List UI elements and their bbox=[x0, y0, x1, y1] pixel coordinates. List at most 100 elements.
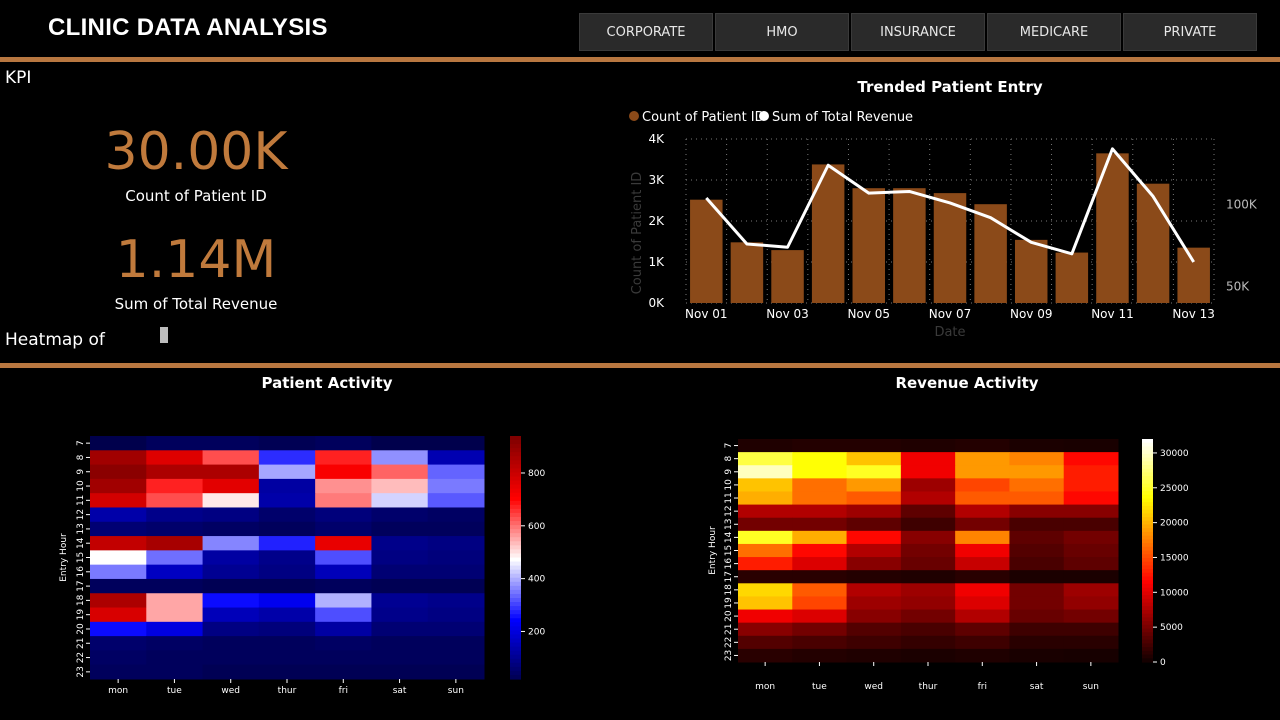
heatmap-cell bbox=[315, 478, 372, 494]
colorbar-segment bbox=[510, 440, 521, 445]
heatmap-cell bbox=[427, 593, 485, 609]
heatmap-cell bbox=[738, 530, 793, 545]
heatmap-cell bbox=[1009, 439, 1065, 453]
heatmap-cell bbox=[792, 504, 848, 519]
colorbar-segment bbox=[510, 529, 521, 534]
colorbar-segment bbox=[1142, 654, 1153, 659]
heatmap-cell bbox=[1009, 622, 1065, 637]
y-tick-label: 13 bbox=[76, 523, 86, 534]
colorbar-segment bbox=[510, 541, 521, 546]
patient-count-label: Count of Patient ID bbox=[125, 187, 267, 205]
heatmap-cell bbox=[792, 570, 848, 584]
heatmap-cell bbox=[955, 596, 1010, 611]
colorbar-segment bbox=[510, 468, 521, 474]
heatmap-cell bbox=[955, 583, 1010, 597]
heatmap-cell bbox=[315, 464, 372, 480]
x-tick-label: Nov 09 bbox=[1010, 307, 1053, 321]
colorbar-segment bbox=[510, 658, 521, 664]
heatmap-cell bbox=[1063, 530, 1119, 545]
colorbar-segment bbox=[1142, 557, 1153, 563]
colorbar-tick-label: 15000 bbox=[1160, 553, 1189, 563]
colorbar-segment bbox=[1142, 439, 1153, 444]
heatmap-cell bbox=[900, 622, 956, 637]
heatmap-cell bbox=[258, 507, 316, 523]
y-axis-title: Count of Patient ID bbox=[630, 172, 645, 295]
heatmap-cell bbox=[1063, 648, 1119, 663]
heatmap-cell bbox=[258, 650, 316, 666]
heatmap-cell bbox=[258, 664, 316, 680]
colorbar-segment bbox=[510, 598, 521, 603]
colorbar-segment bbox=[510, 618, 521, 623]
heatmap-cell bbox=[955, 530, 1010, 545]
heatmap-cell bbox=[955, 517, 1010, 532]
colorbar-segment bbox=[1142, 595, 1153, 600]
heatmap-cell bbox=[258, 621, 316, 637]
colorbar-segment bbox=[1142, 650, 1153, 656]
heatmap-cell bbox=[427, 521, 485, 537]
heatmap-cell bbox=[1063, 596, 1119, 611]
colorbar-segment bbox=[1142, 528, 1153, 533]
x-tick-label: Nov 01 bbox=[685, 307, 728, 321]
y2-tick-label: 50K bbox=[1226, 280, 1250, 294]
y-tick-label: 7 bbox=[724, 443, 734, 449]
colorbar-segment bbox=[510, 521, 521, 526]
colorbar-segment bbox=[510, 517, 521, 522]
colorbar-tick-label: 0 bbox=[1160, 658, 1166, 668]
heatmap-cell bbox=[846, 557, 902, 571]
colorbar-segment bbox=[1142, 502, 1153, 507]
heatmap-cell bbox=[315, 507, 372, 523]
heatmap-cell bbox=[315, 436, 372, 451]
nav-button-insurance[interactable]: INSURANCE bbox=[851, 13, 985, 51]
nav-button-hmo[interactable]: HMO bbox=[715, 13, 849, 51]
heatmap-cell bbox=[900, 517, 956, 532]
heatmap-cell bbox=[792, 530, 848, 545]
x-tick-label: sun bbox=[448, 686, 464, 696]
colorbar-segment bbox=[1142, 598, 1153, 604]
y-tick-label: 10 bbox=[76, 480, 86, 492]
colorbar-segment bbox=[1142, 491, 1153, 496]
heatmap-cell bbox=[90, 521, 147, 537]
legend-label-patient-count: Count of Patient ID bbox=[642, 110, 765, 125]
colorbar-segment bbox=[510, 508, 521, 514]
heatmap-cell bbox=[900, 478, 956, 492]
heatmap-cell bbox=[427, 507, 485, 523]
colorbar-segment bbox=[1142, 606, 1153, 611]
nav-button-corporate[interactable]: CORPORATE bbox=[579, 13, 713, 51]
heatmap-cell bbox=[792, 596, 848, 611]
colorbar-segment bbox=[1142, 635, 1153, 641]
y-tick-label: 4K bbox=[648, 132, 665, 146]
colorbar-segment bbox=[510, 622, 521, 627]
heatmap-cell bbox=[90, 607, 147, 623]
heatmap-cell bbox=[146, 478, 204, 494]
colorbar-segment bbox=[510, 553, 521, 559]
colorbar-segment bbox=[1142, 483, 1153, 488]
x-axis-title: Date bbox=[934, 325, 965, 340]
y-tick-label: 22 bbox=[76, 652, 86, 663]
heatmap-selector-handle[interactable] bbox=[160, 327, 168, 343]
colorbar-segment bbox=[1142, 550, 1153, 555]
heatmap-cell bbox=[846, 452, 902, 466]
colorbar-tick-label: 600 bbox=[528, 522, 545, 532]
colorbar-segment bbox=[1142, 591, 1153, 596]
heatmap-cell bbox=[1009, 491, 1065, 506]
colorbar-segment bbox=[510, 593, 521, 599]
nav-button-medicare[interactable]: MEDICARE bbox=[987, 13, 1121, 51]
heatmap-cell bbox=[202, 621, 260, 637]
colorbar-segment bbox=[1142, 583, 1153, 589]
heatmap-cell bbox=[846, 491, 902, 506]
heatmap-cell bbox=[1009, 543, 1065, 558]
colorbar-segment bbox=[1142, 613, 1153, 618]
dashboard-title: CLINIC DATA ANALYSIS bbox=[48, 14, 328, 41]
y-tick-label: 13 bbox=[724, 519, 734, 530]
colorbar-tick-label: 25000 bbox=[1160, 484, 1189, 494]
nav-button-private[interactable]: PRIVATE bbox=[1123, 13, 1257, 51]
colorbar-segment bbox=[1142, 580, 1153, 585]
bar bbox=[893, 188, 926, 303]
colorbar-segment bbox=[1142, 509, 1153, 514]
revenue-heatmap-title: Revenue Activity bbox=[895, 374, 1039, 392]
colorbar-segment bbox=[510, 577, 521, 583]
colorbar-segment bbox=[510, 549, 521, 555]
heatmap-cell bbox=[202, 493, 260, 508]
heatmap-cell bbox=[792, 557, 848, 571]
heatmap-selector-label: Heatmap of bbox=[5, 330, 105, 350]
